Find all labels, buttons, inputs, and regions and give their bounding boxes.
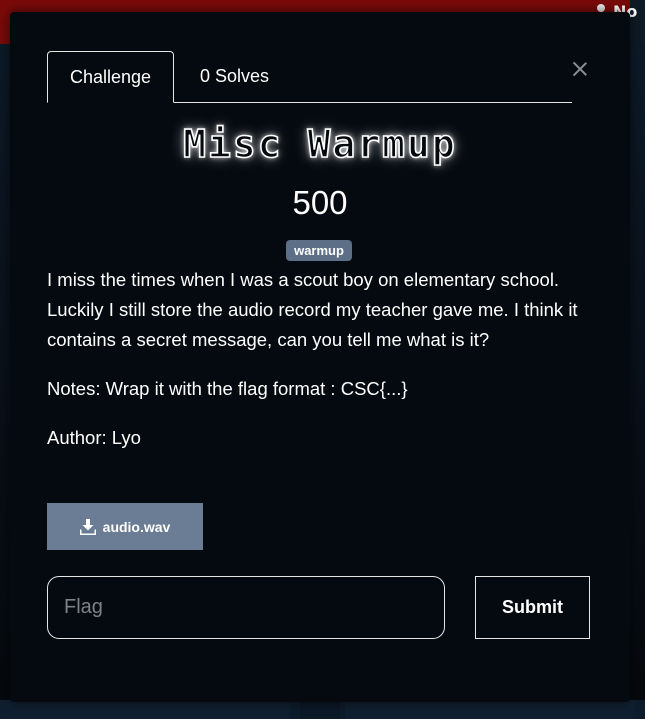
file-download-label: audio.wav: [102, 518, 171, 535]
description-author: Author: Lyo: [47, 427, 141, 448]
background-card: [0, 700, 290, 719]
file-download-button[interactable]: audio.wav: [47, 503, 203, 550]
description-notes: Notes: Wrap it with the flag format : CS…: [47, 378, 408, 399]
challenge-title: Misc Warmup: [182, 121, 457, 167]
close-icon[interactable]: [571, 60, 589, 78]
challenge-value: 500: [292, 184, 348, 221]
download-icon: [79, 518, 96, 535]
challenge-description: I miss the times when I was a scout boy …: [47, 265, 592, 472]
background-card: [345, 700, 635, 719]
background-card: [300, 700, 340, 719]
challenge-modal: Challenge 0 Solves Misc Warmup 500 warmu…: [10, 12, 630, 702]
background-cards-strip: [0, 700, 645, 719]
challenge-tag: warmup: [286, 240, 352, 261]
modal-tabs: Challenge 0 Solves: [47, 51, 572, 103]
description-paragraph: I miss the times when I was a scout boy …: [47, 269, 578, 350]
flag-input[interactable]: [47, 576, 445, 639]
submit-button[interactable]: Submit: [475, 576, 590, 639]
tab-solves[interactable]: 0 Solves: [176, 51, 293, 101]
tab-challenge[interactable]: Challenge: [47, 51, 174, 103]
